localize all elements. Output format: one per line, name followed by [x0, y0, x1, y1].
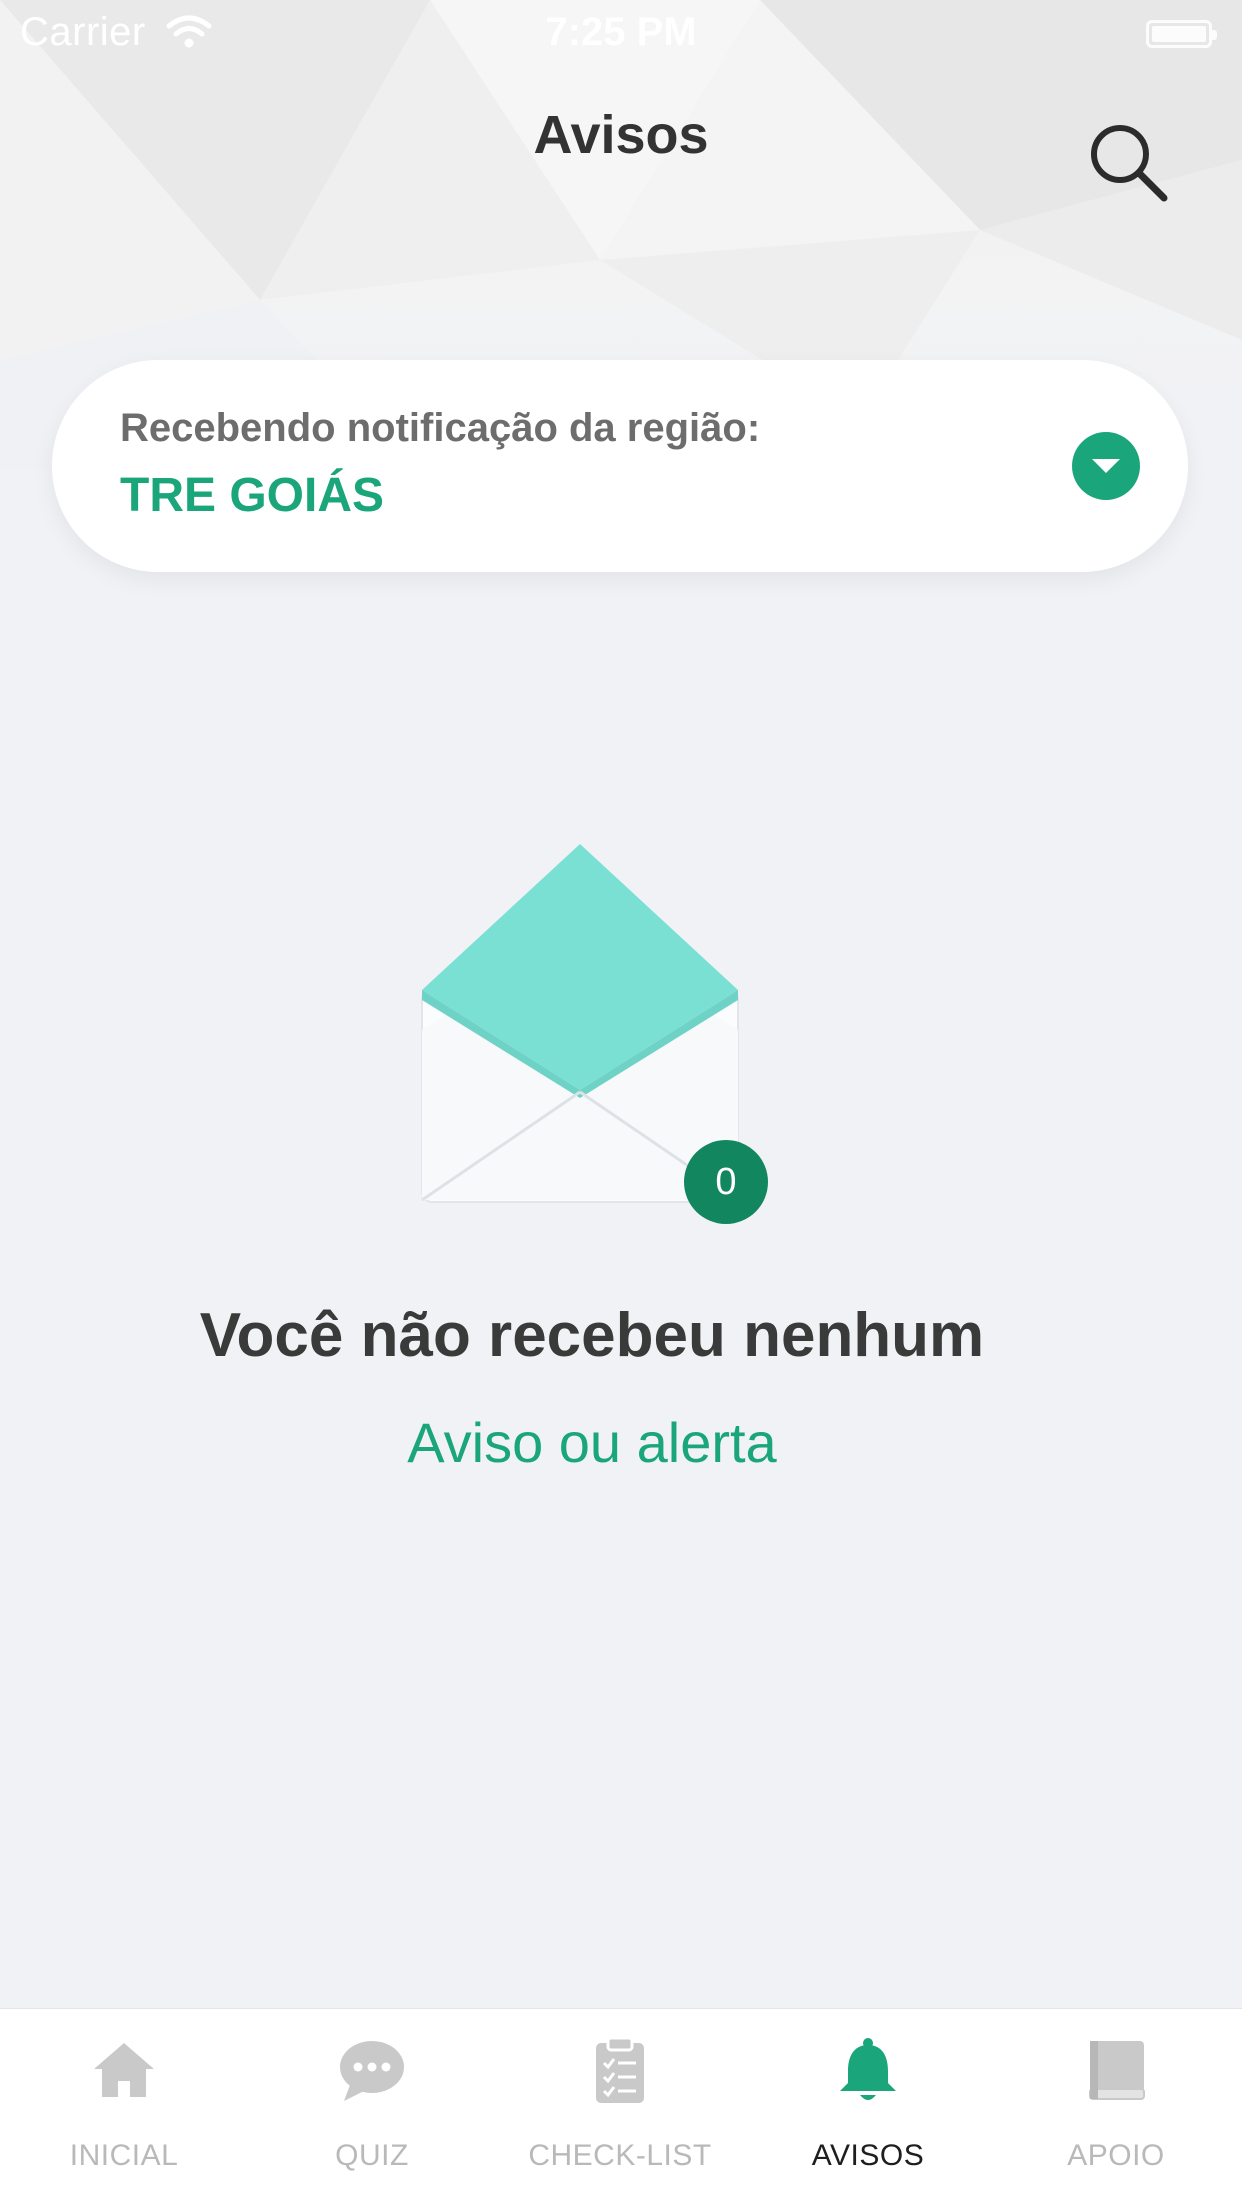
tab-avisos[interactable]: AVISOS	[744, 2009, 992, 2208]
search-button[interactable]	[1084, 118, 1176, 210]
region-value: TRE GOIÁS	[120, 469, 385, 522]
tab-label: APOIO	[1067, 2139, 1165, 2172]
region-selector[interactable]: Recebendo notificação da região: TRE GOI…	[52, 360, 1188, 572]
search-icon	[1091, 125, 1168, 202]
chat-bubble-icon	[340, 2041, 404, 2101]
tab-label: CHECK-LIST	[528, 2139, 712, 2172]
notices-screen: Carrier 7:25 PM Avisos Recebendo notific…	[0, 0, 1242, 2208]
clipboard-checklist-icon	[596, 2036, 644, 2103]
region-dropdown-button[interactable]	[1072, 432, 1140, 500]
tab-inicial[interactable]: INICIAL	[0, 2009, 248, 2208]
empty-state-title: Você não recebeu nenhum	[199, 1301, 985, 1370]
tab-bar: INICIAL QUIZ CHECK-LIST AVISOS APOIO	[0, 2008, 1242, 2208]
tab-apoio[interactable]: APOIO	[992, 2009, 1240, 2208]
home-icon	[94, 2043, 154, 2097]
page-title: Avisos	[533, 105, 709, 165]
region-label: Recebendo notificação da região:	[120, 406, 761, 450]
tab-quiz[interactable]: QUIZ	[248, 2009, 496, 2208]
chevron-down-icon	[1092, 459, 1120, 473]
book-icon	[1089, 2041, 1145, 2100]
tab-label: QUIZ	[335, 2139, 409, 2172]
tab-label: INICIAL	[69, 2139, 179, 2172]
tab-check-list[interactable]: CHECK-LIST	[496, 2009, 744, 2208]
bell-icon	[840, 2038, 896, 2100]
status-bar: Carrier 7:25 PM	[0, 0, 1242, 66]
notice-count-badge: 0	[684, 1140, 768, 1224]
empty-state-subtitle: Aviso ou alerta	[407, 1411, 777, 1474]
tab-label: AVISOS	[811, 2139, 925, 2172]
battery-icon	[1146, 20, 1217, 48]
status-time: 7:25 PM	[545, 10, 697, 54]
